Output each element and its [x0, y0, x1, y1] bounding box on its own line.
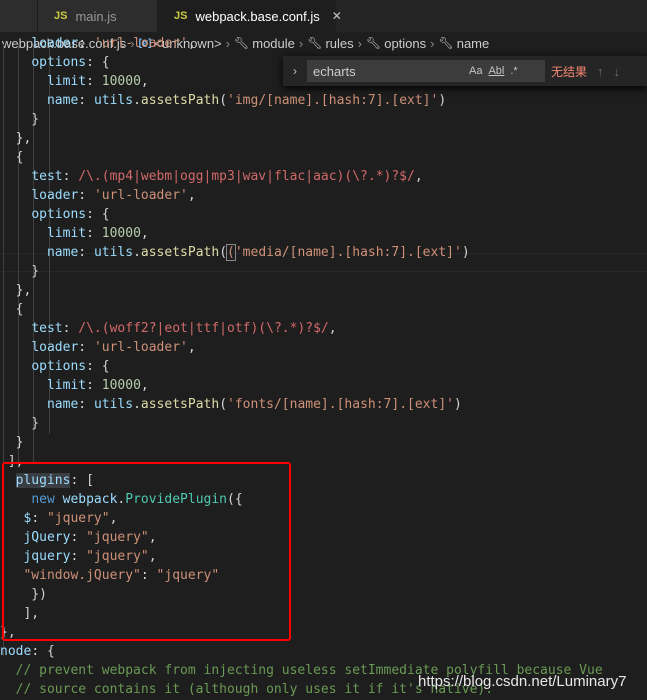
close-icon[interactable]: ✕ [332, 9, 342, 23]
find-result-status: 无结果 [551, 64, 588, 79]
js-file-icon: JS [174, 10, 188, 22]
code-line: loader: 'url-loader', [31, 36, 196, 51]
code-line: { [0, 302, 24, 317]
tab-main-js[interactable] [0, 0, 38, 32]
tab-webpack-base-conf[interactable]: JS webpack.base.conf.js ✕ [158, 0, 342, 32]
code-line: ], [0, 606, 40, 621]
code-line: loader: 'url-loader', [31, 340, 196, 355]
code-line: new webpack.ProvidePlugin({ [31, 492, 243, 507]
code-line: limit: 10000, [46, 226, 149, 241]
tab-label: webpack.base.conf.js [195, 8, 320, 24]
code-line: loader: 'url-loader', [31, 188, 196, 203]
code-line: }, [0, 131, 32, 146]
code-line: limit: 10000, [46, 378, 149, 393]
arrow-down-icon[interactable]: ↓ [614, 64, 621, 79]
code-line: options: { [31, 359, 110, 374]
watermark-text: https://blog.csdn.net/Luminary7 [418, 673, 627, 690]
code-line: ], [0, 454, 24, 469]
js-file-icon: JS [54, 10, 68, 22]
find-input-box[interactable]: Aa Abl .* [307, 60, 545, 82]
code-line: { [0, 150, 24, 165]
code-line: test: /\.(mp4|webm|ogg|mp3|wav|flac|aac)… [31, 169, 423, 184]
code-editor[interactable]: loader: 'url-loader', options: { limit: … [0, 36, 647, 700]
code-line: $: "jquery", [23, 511, 118, 526]
code-line: options: { [31, 207, 110, 222]
arrow-up-icon[interactable]: ↑ [597, 64, 604, 79]
code-line: node: { [0, 644, 55, 659]
code-line: jQuery: "jquery", [23, 530, 157, 545]
editor-tab-bar: JS main.js JS webpack.base.conf.js ✕ [0, 0, 647, 32]
code-line: jquery: "jquery", [23, 549, 157, 564]
code-line: } [0, 416, 40, 431]
find-input[interactable] [313, 63, 463, 79]
code-line: name: utils.assetsPath('img/[name].[hash… [46, 93, 447, 108]
code-line: } [0, 264, 40, 279]
tab-main-js[interactable]: JS main.js [38, 0, 158, 32]
code-line: options: { [31, 55, 110, 70]
code-line: }) [0, 587, 47, 602]
code-line: name: utils.assetsPath(('media/[name].[h… [46, 244, 470, 261]
code-line: "window.jQuery": "jquery" [23, 568, 220, 583]
chevron-right-icon[interactable]: › [287, 64, 303, 78]
code-line: limit: 10000, [46, 74, 149, 89]
code-line: test: /\.(woff2?|eot|ttf|otf)(\?.*)?$/, [31, 321, 337, 336]
match-case-toggle[interactable]: Aa [469, 65, 482, 77]
code-line: } [0, 112, 40, 127]
code-line: }, [0, 625, 16, 640]
code-line: } [0, 435, 24, 450]
code-line: name: utils.assetsPath('fonts/[name].[ha… [46, 397, 462, 412]
tab-label: main.js [75, 8, 117, 24]
code-line: }, [0, 283, 32, 298]
regex-toggle[interactable]: .* [510, 65, 517, 77]
whole-word-toggle[interactable]: Abl [488, 65, 504, 77]
code-line: plugins: [ [15, 473, 94, 488]
find-widget: › Aa Abl .* 无结果 ↑ ↓ [283, 56, 647, 86]
